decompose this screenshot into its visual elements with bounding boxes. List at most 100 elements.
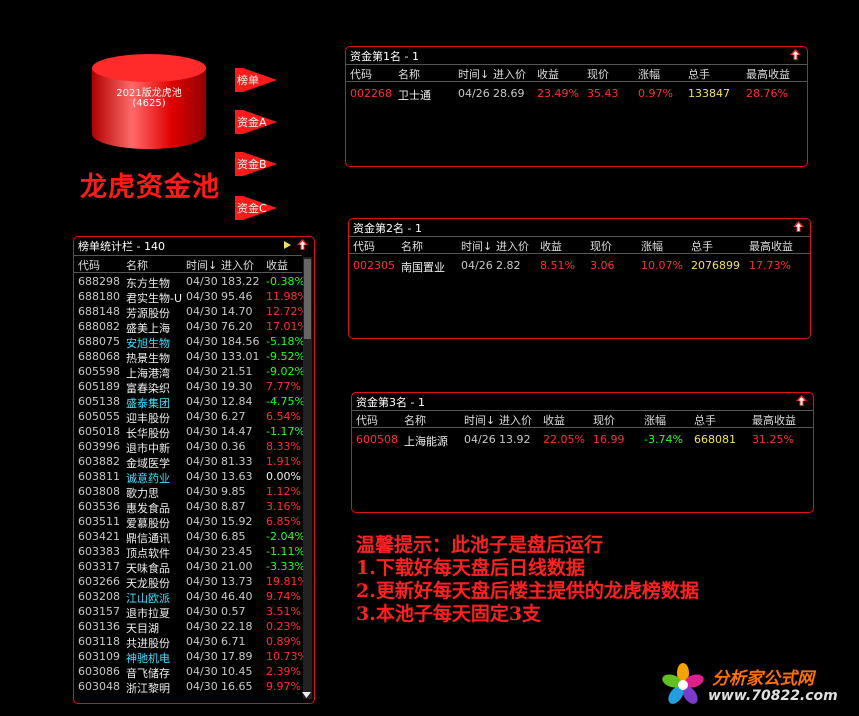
list-scrollbar[interactable] <box>303 257 312 699</box>
col-header[interactable]: 总手 <box>691 238 713 254</box>
list-item[interactable]: 603882 金域医学 04/30 81.33 1.91% <box>74 454 302 470</box>
col-time[interactable]: 时间↓ <box>186 257 217 273</box>
col-header[interactable]: 进入价 <box>493 66 526 82</box>
pool-button-fund-b[interactable]: 资金B <box>233 150 279 176</box>
col-name[interactable]: 名称 <box>126 257 148 273</box>
col-header[interactable]: 涨幅 <box>638 66 660 82</box>
col-header[interactable]: 代码 <box>350 66 372 82</box>
list-item[interactable]: 603136 天目湖 04/30 22.18 0.23% <box>74 619 302 635</box>
list-item[interactable]: 603811 诚意药业 04/30 13.63 0.00% <box>74 469 302 485</box>
list-item[interactable]: 688298 东方生物 04/30 183.22 -0.38% <box>74 274 305 290</box>
col-header[interactable]: 总手 <box>688 66 710 82</box>
col-header[interactable]: 总手 <box>694 412 716 428</box>
col-header[interactable]: 现价 <box>593 412 615 428</box>
col-header[interactable]: 进入价 <box>496 238 529 254</box>
col-entry-price[interactable]: 进入价 <box>221 257 254 273</box>
list-item[interactable]: 603996 退市中新 04/30 0.36 8.33% <box>74 439 302 455</box>
list-item[interactable]: 603317 天味食品 04/30 21.00 -3.33% <box>74 559 305 575</box>
list-item[interactable]: 605138 盛泰集团 04/30 12.84 -4.75% <box>74 394 305 410</box>
list-item[interactable]: 688082 盛美上海 04/30 76.20 17.01% <box>74 319 308 335</box>
list-item[interactable]: 603808 歌力思 04/30 9.85 1.12% <box>74 484 302 500</box>
col-header[interactable]: 代码 <box>353 238 375 254</box>
list-cell: 688148 <box>78 305 120 318</box>
list-item[interactable]: 688068 热景生物 04/30 133.01 -9.52% <box>74 349 305 365</box>
table-cell: 16.99 <box>593 433 625 446</box>
fund-panel-2: 资金第2名 - 1 代码 名称 时间↓ 进入价 收益 现价 涨幅 总手 最高收益 002305 南国置… <box>348 218 811 339</box>
table-row[interactable]: 002268 卫士通 04/26 28.69 23.49% 35.43 0.97% 13384… <box>346 86 807 102</box>
col-header[interactable]: 收益 <box>543 412 565 428</box>
tip-line: 3.本池子每天固定3支 <box>356 603 542 625</box>
table-cell: 31.25% <box>752 433 794 446</box>
list-item[interactable]: 603109 神驰机电 04/30 17.89 10.73% <box>74 649 308 665</box>
col-code[interactable]: 代码 <box>78 257 100 273</box>
pool-button-label: 资金B <box>237 158 267 171</box>
collapse-up-icon[interactable] <box>790 49 801 60</box>
site-logo-url[interactable]: www.70822.com <box>708 688 838 704</box>
col-header[interactable]: 时间↓ <box>458 66 489 82</box>
col-header[interactable]: 最高收益 <box>746 66 790 82</box>
list-item[interactable]: 603511 爱慕股份 04/30 15.92 6.85% <box>74 514 302 530</box>
col-header[interactable]: 名称 <box>401 238 423 254</box>
scroll-down-icon[interactable] <box>302 691 311 699</box>
pool-button-label: 资金A <box>237 116 267 129</box>
col-header[interactable]: 收益 <box>537 66 559 82</box>
col-header[interactable]: 收益 <box>540 238 562 254</box>
list-cell: 12.72% <box>266 305 308 318</box>
col-header[interactable]: 最高收益 <box>752 412 796 428</box>
list-cell: 6.85 <box>221 530 246 543</box>
collapse-up-icon[interactable] <box>796 395 807 406</box>
list-item[interactable]: 605598 上海港湾 04/30 21.51 -9.02% <box>74 364 305 380</box>
list-item[interactable]: 603266 天龙股份 04/30 13.73 19.81% <box>74 574 308 590</box>
col-header[interactable]: 时间↓ <box>461 238 492 254</box>
col-header[interactable]: 现价 <box>590 238 612 254</box>
collapse-up-icon[interactable] <box>297 239 308 250</box>
list-cell: 605598 <box>78 365 120 378</box>
list-cell: 603266 <box>78 575 120 588</box>
pin-icon[interactable] <box>282 240 292 250</box>
pool-button-fund-a[interactable]: 资金A <box>233 108 279 134</box>
list-cell: 04/30 <box>186 605 218 618</box>
col-header[interactable]: 代码 <box>356 412 378 428</box>
pool-button-list[interactable]: 榜单 <box>233 66 279 92</box>
pool-button-fund-c[interactable]: 资金C <box>233 194 279 220</box>
table-row[interactable]: 600508 上海能源 04/26 13.92 22.05% 16.99 -3.74% 668… <box>352 432 813 448</box>
col-header[interactable]: 涨幅 <box>644 412 666 428</box>
list-cell: 10.73% <box>266 650 308 663</box>
col-return[interactable]: 收益 <box>266 257 288 273</box>
list-item[interactable]: 688075 安旭生物 04/30 184.56 -5.18% <box>74 334 305 350</box>
list-item[interactable]: 603048 浙江黎明 04/30 16.65 9.97% <box>74 679 302 695</box>
list-cell: 603383 <box>78 545 120 558</box>
fund-panel-1: 资金第1名 - 1 代码 名称 时间↓ 进入价 收益 现价 涨幅 总手 最高收益 002268 卫士通… <box>345 46 808 167</box>
list-item[interactable]: 688148 芳源股份 04/30 14.70 12.72% <box>74 304 308 320</box>
list-cell: 603421 <box>78 530 120 543</box>
col-header[interactable]: 进入价 <box>499 412 532 428</box>
list-item[interactable]: 605055 迎丰股份 04/30 6.27 6.54% <box>74 409 302 425</box>
list-item[interactable]: 603086 音飞储存 04/30 10.45 2.39% <box>74 664 302 680</box>
list-cell: 8.87 <box>221 500 246 513</box>
table-row[interactable]: 002305 南国置业 04/26 2.82 8.51% 3.06 10.07% 207689… <box>349 258 810 274</box>
list-item[interactable]: 603421 鼎信通讯 04/30 6.85 -2.04% <box>74 529 305 545</box>
list-item[interactable]: 603383 顶点软件 04/30 23.45 -1.11% <box>74 544 305 560</box>
col-header[interactable]: 涨幅 <box>641 238 663 254</box>
table-cell: 600508 <box>356 433 398 446</box>
tips-notes: 温馨提示：此池子是盘后运行 1.下载好每天盘后日线数据 2.更新好每天盘后楼主提… <box>356 534 699 626</box>
col-header[interactable]: 名称 <box>398 66 420 82</box>
collapse-up-icon[interactable] <box>793 221 804 232</box>
list-item[interactable]: 605189 富春染织 04/30 19.30 7.77% <box>74 379 302 395</box>
col-header[interactable]: 时间↓ <box>464 412 495 428</box>
scrollbar-thumb[interactable] <box>304 259 311 339</box>
col-header[interactable]: 名称 <box>404 412 426 428</box>
list-item[interactable]: 603208 江山欧派 04/30 46.40 9.74% <box>74 589 302 605</box>
fund-panel-header: 代码 名称 时间↓ 进入价 收益 现价 涨幅 总手 最高收益 <box>352 410 813 428</box>
fund-panel-header: 代码 名称 时间↓ 进入价 收益 现价 涨幅 总手 最高收益 <box>346 64 807 82</box>
col-header[interactable]: 最高收益 <box>749 238 793 254</box>
list-item[interactable]: 605018 长华股份 04/30 14.47 -1.17% <box>74 424 305 440</box>
list-item[interactable]: 603536 惠发食品 04/30 8.87 3.16% <box>74 499 302 515</box>
list-item[interactable]: 603157 退市拉夏 04/30 0.57 3.51% <box>74 604 302 620</box>
table-cell: 04/26 <box>464 433 496 446</box>
list-item[interactable]: 688180 君实生物-U 04/30 95.46 11.98% <box>74 289 308 305</box>
col-header[interactable]: 现价 <box>587 66 609 82</box>
list-cell: 23.45 <box>221 545 253 558</box>
list-cell: 603208 <box>78 590 120 603</box>
list-item[interactable]: 603118 共进股份 04/30 6.71 0.89% <box>74 634 302 650</box>
